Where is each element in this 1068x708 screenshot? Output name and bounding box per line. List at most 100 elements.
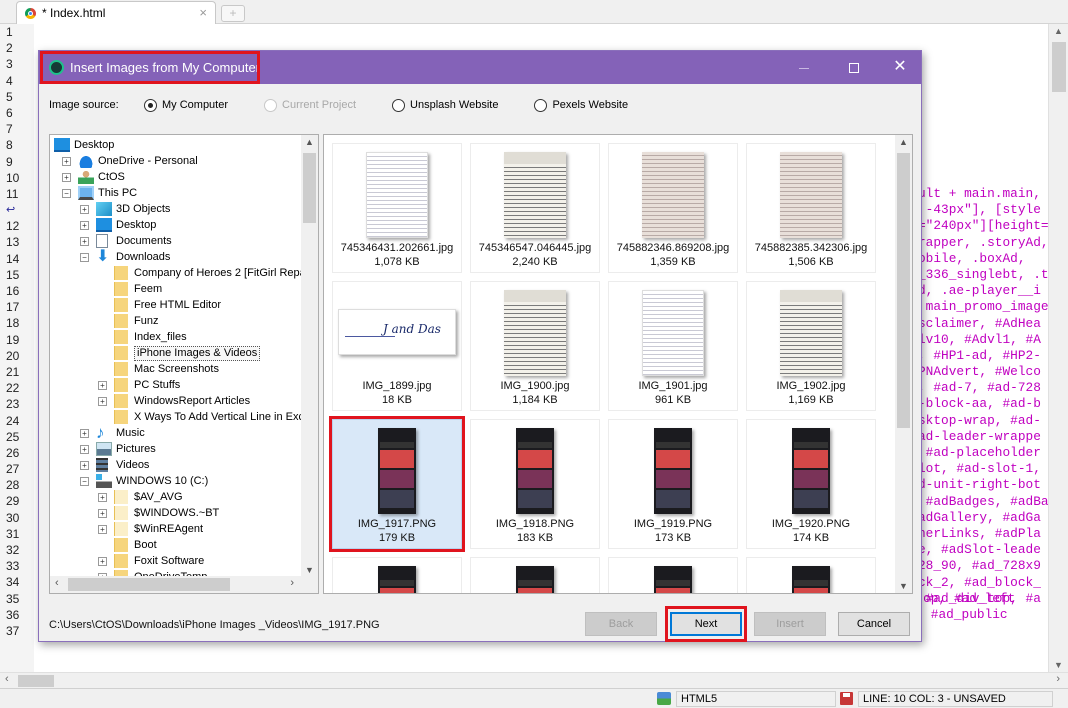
radio-selected-icon[interactable] xyxy=(144,98,157,112)
expand-icon[interactable]: + xyxy=(80,461,89,470)
tree-item[interactable]: − This PC xyxy=(50,185,302,201)
scroll-up-icon[interactable]: ▲ xyxy=(1054,26,1063,36)
collapse-icon[interactable]: − xyxy=(80,253,89,262)
tree-item[interactable]: Free HTML Editor xyxy=(50,297,302,313)
tab-close-icon[interactable]: × xyxy=(199,5,207,20)
expand-icon[interactable]: + xyxy=(98,397,107,406)
expand-icon[interactable]: + xyxy=(98,509,107,518)
expand-icon[interactable]: + xyxy=(80,221,89,230)
tree-item[interactable]: + PC Stuffs xyxy=(50,377,302,393)
scroll-up-icon[interactable]: ▲ xyxy=(305,137,314,147)
collapse-icon[interactable]: − xyxy=(80,477,89,486)
tree-item[interactable]: + WindowsReport Articles xyxy=(50,393,302,409)
scroll-thumb[interactable] xyxy=(1052,42,1066,92)
radio-pexels[interactable]: Pexels Website xyxy=(534,98,628,112)
image-card[interactable]: IMG_1900.jpg 1,184 KB xyxy=(470,281,600,411)
image-card[interactable] xyxy=(470,557,600,593)
image-card[interactable]: IMG_1920.PNG 174 KB xyxy=(746,419,876,549)
image-card[interactable]: IMG_1919.PNG 173 KB xyxy=(608,419,738,549)
tree-vertical-scrollbar[interactable]: ▲ ▼ xyxy=(301,135,318,577)
dialog-titlebar[interactable]: Insert Images from My Computer ✕ xyxy=(39,51,921,84)
tree-item[interactable]: + Videos xyxy=(50,457,302,473)
scroll-up-icon[interactable]: ▲ xyxy=(899,137,908,147)
scroll-thumb[interactable] xyxy=(897,153,910,428)
scroll-thumb[interactable] xyxy=(68,578,230,591)
collapse-icon[interactable]: − xyxy=(62,189,71,198)
radio-icon[interactable] xyxy=(534,98,548,112)
tree-item[interactable]: − Downloads xyxy=(50,249,302,265)
folder-tree[interactable]: Desktop + OneDrive - Personal + CtOS − This PC… xyxy=(49,134,319,594)
scroll-left-icon[interactable]: ‹ xyxy=(55,577,59,589)
image-card[interactable]: IMG_1917.PNG 179 KB xyxy=(329,416,465,552)
editor-horizontal-scrollbar[interactable]: ‹ › xyxy=(0,672,1068,688)
tree-item[interactable]: X Ways To Add Vertical Line in Excel xyxy=(50,409,302,425)
image-card[interactable]: 745882385.342306.jpg 1,506 KB xyxy=(746,143,876,273)
tree-item[interactable]: + Pictures xyxy=(50,441,302,457)
tree-item[interactable]: + $AV_AVG xyxy=(50,489,302,505)
scroll-thumb[interactable] xyxy=(303,153,316,223)
image-card[interactable]: 745346431.202661.jpg 1,078 KB xyxy=(332,143,462,273)
scroll-right-icon[interactable]: › xyxy=(290,577,294,589)
doctype-status[interactable]: HTML5 xyxy=(676,691,836,707)
new-tab-button[interactable]: + xyxy=(221,5,245,22)
image-card[interactable]: 745346547.046445.jpg 2,240 KB xyxy=(470,143,600,273)
tree-item[interactable]: Company of Heroes 2 [FitGirl Repack] xyxy=(50,265,302,281)
image-gallery[interactable]: 745346431.202661.jpg 1,078 KB 745346547.04… xyxy=(323,134,913,594)
expand-icon[interactable]: + xyxy=(80,445,89,454)
expand-icon[interactable]: + xyxy=(98,381,107,390)
tree-item[interactable]: +3D Objects xyxy=(50,201,302,217)
image-card[interactable]: IMG_1902.jpg 1,169 KB xyxy=(746,281,876,411)
radio-unsplash[interactable]: Unsplash Website xyxy=(392,98,498,112)
tree-item[interactable]: + Music xyxy=(50,425,302,441)
image-card[interactable]: IMG_1901.jpg 961 KB xyxy=(608,281,738,411)
editor-vertical-scrollbar[interactable]: ▲ ▼ xyxy=(1048,24,1068,672)
expand-icon[interactable]: + xyxy=(98,525,107,534)
image-card[interactable]: 745882346.869208.jpg 1,359 KB xyxy=(608,143,738,273)
save-icon[interactable] xyxy=(840,692,853,705)
tree-item[interactable]: Desktop xyxy=(50,137,302,153)
radio-my-computer[interactable]: My Computer xyxy=(144,98,228,112)
tree-item[interactable]: + $WinREAgent xyxy=(50,521,302,537)
tree-item[interactable]: Boot xyxy=(50,537,302,553)
scroll-down-icon[interactable]: ▼ xyxy=(899,581,908,591)
image-card[interactable]: IMG_1899.jpg 18 KB xyxy=(332,281,462,411)
image-card[interactable]: IMG_1918.PNG 183 KB xyxy=(470,419,600,549)
tree-item[interactable]: Funz xyxy=(50,313,302,329)
expand-icon[interactable]: + xyxy=(80,237,89,246)
scroll-left-icon[interactable]: ‹ xyxy=(5,673,9,685)
scroll-right-icon[interactable]: › xyxy=(1056,673,1060,685)
scroll-down-icon[interactable]: ▼ xyxy=(1054,660,1063,670)
minimize-button[interactable] xyxy=(781,51,827,84)
tree-item[interactable]: Feem xyxy=(50,281,302,297)
tab-index-html[interactable]: * Index.html × xyxy=(16,1,216,24)
scroll-thumb[interactable] xyxy=(18,675,54,687)
expand-icon[interactable]: + xyxy=(62,157,71,166)
tree-item[interactable]: iPhone Images & Videos xyxy=(50,345,302,361)
tree-item[interactable]: + Documents xyxy=(50,233,302,249)
tree-item[interactable]: + $WINDOWS.~BT xyxy=(50,505,302,521)
tree-item[interactable]: − WINDOWS 10 (C:) xyxy=(50,473,302,489)
radio-icon[interactable] xyxy=(392,98,406,112)
tree-item[interactable]: + Foxit Software xyxy=(50,553,302,569)
insert-button[interactable]: Insert xyxy=(754,612,826,636)
back-button[interactable]: Back xyxy=(585,612,657,636)
close-button[interactable]: ✕ xyxy=(877,51,923,84)
expand-icon[interactable]: + xyxy=(80,205,89,214)
image-card[interactable] xyxy=(746,557,876,593)
gallery-vertical-scrollbar[interactable]: ▲ ▼ xyxy=(895,135,912,593)
expand-icon[interactable]: + xyxy=(80,429,89,438)
tree-item[interactable]: + CtOS xyxy=(50,169,302,185)
scroll-down-icon[interactable]: ▼ xyxy=(305,565,314,575)
expand-icon[interactable]: + xyxy=(98,557,107,566)
image-card[interactable] xyxy=(332,557,462,593)
tree-item[interactable]: + Desktop xyxy=(50,217,302,233)
tree-item[interactable]: Mac Screenshots xyxy=(50,361,302,377)
expand-icon[interactable]: + xyxy=(98,493,107,502)
expand-icon[interactable]: + xyxy=(62,173,71,182)
tree-item[interactable]: + OneDrive - Personal xyxy=(50,153,302,169)
tree-item[interactable]: Index_files xyxy=(50,329,302,345)
tree-horizontal-scrollbar[interactable]: ‹ › xyxy=(50,576,318,593)
cancel-button[interactable]: Cancel xyxy=(838,612,910,636)
image-card[interactable] xyxy=(608,557,738,593)
maximize-button[interactable] xyxy=(831,51,877,84)
